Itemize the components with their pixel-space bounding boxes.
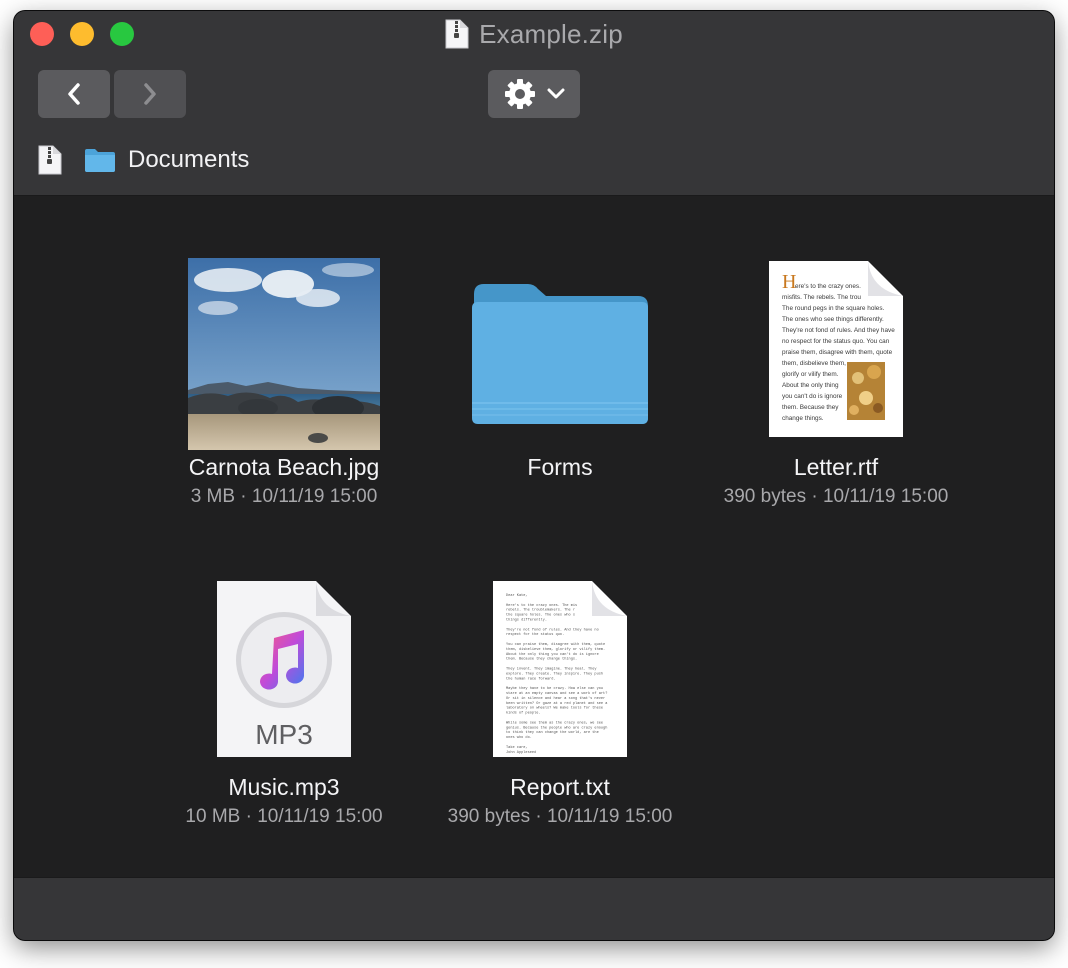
- preview-text-line: the human race forward.: [506, 676, 556, 681]
- chevron-right-icon: [144, 83, 156, 105]
- path-bar: Documents: [38, 143, 249, 177]
- preview-text-line: About the only thing you can't do is ign…: [506, 652, 599, 657]
- zip-archive-icon: [445, 19, 469, 49]
- preview-text-line: laboratory on wheels? We make tools for …: [506, 706, 603, 711]
- preview-text-line: While some see them as the crazy ones, w…: [506, 720, 603, 725]
- file-item-music[interactable]: MP3 Music.mp3 10 MB · 10/11/19 15:00: [146, 526, 422, 846]
- preview-text-line: You can praise them, disagree with them,…: [506, 642, 605, 647]
- file-item-letter[interactable]: H ere's to the crazy ones. misfits. The r…: [698, 196, 974, 526]
- item-name: Forms: [527, 454, 593, 480]
- preview-text-line: things differently.: [506, 618, 547, 623]
- item-name: Letter.rtf: [793, 454, 879, 480]
- preview-text-line: They're not fond of rules. And they have: [782, 327, 895, 334]
- action-menu-button[interactable]: [488, 70, 580, 118]
- item-name: Music.mp3: [228, 774, 340, 800]
- text-document-icon: Dear Kate, Here's to the crazy ones. The …: [493, 581, 627, 757]
- preview-text-line: They invent. They imagine. They heal. Th…: [506, 667, 597, 672]
- chevron-down-icon: [547, 88, 565, 99]
- preview-text-line: them, disbelieve them, glorify or vilify…: [506, 647, 605, 652]
- preview-text-line: Take care,: [506, 745, 528, 750]
- preview-text-line: genius. Because the people who are crazy…: [506, 725, 607, 730]
- preview-text-line: them. Because they: [782, 404, 839, 411]
- window-title: Example.zip: [14, 17, 1054, 51]
- folder-icon: [472, 284, 648, 424]
- item-meta: 3 MB · 10/11/19 15:00: [190, 486, 378, 507]
- preview-text-line: change things.: [782, 415, 824, 422]
- preview-text-line: Maybe they have to be crazy. How else ca…: [506, 686, 603, 691]
- preview-text-line: them. Because they change things.: [506, 657, 577, 662]
- item-meta: 390 bytes · 10/11/19 15:00: [447, 806, 673, 827]
- preview-text-line: Here's to the crazy ones. The mis: [506, 603, 577, 608]
- icon-view: Carnota Beach.jpg 3 MB · 10/11/19 15:00 …: [14, 196, 1054, 877]
- preview-text-line: They're not fond of rules. And they have…: [506, 627, 599, 632]
- preview-text-line: rebels. The troublemakers. The r: [506, 608, 575, 613]
- preview-text-line: The round pegs in the square holes.: [782, 305, 885, 312]
- zip-archive-icon[interactable]: [38, 145, 62, 175]
- item-name: Report.txt: [510, 774, 610, 800]
- window-title-text: Example.zip: [479, 18, 623, 49]
- preview-text-line: you can't do is ignore: [782, 393, 843, 400]
- gear-icon: [505, 79, 535, 109]
- preview-text-line: John Appleseed: [506, 750, 536, 755]
- preview-text-line: respect for the status quo.: [506, 632, 564, 637]
- preview-text-line: misfits. The rebels. The trou: [782, 294, 861, 301]
- preview-text-line: the square holes. The ones who s: [506, 613, 575, 618]
- preview-text-line: no respect for the status quo. You can: [782, 338, 890, 345]
- path-item-documents[interactable]: Documents: [128, 146, 249, 174]
- back-button[interactable]: [38, 70, 110, 118]
- finder-window: Example.zip Documents Carnota Beach.jpg …: [14, 11, 1054, 940]
- folder-icon[interactable]: [84, 147, 116, 173]
- preview-text-line: ere's to the crazy ones.: [795, 283, 861, 290]
- status-bar: [14, 877, 1054, 940]
- item-name: Carnota Beach.jpg: [188, 454, 380, 480]
- preview-text-line: praise them, disagree with them, quote: [782, 349, 893, 356]
- item-meta: 10 MB · 10/11/19 15:00: [185, 806, 383, 827]
- image-thumbnail: [188, 258, 380, 450]
- file-item-forms[interactable]: Forms: [422, 196, 698, 496]
- audio-document-icon: MP3: [217, 581, 351, 757]
- preview-text-line: About the only thing: [782, 382, 839, 389]
- preview-text-line: Dear Kate,: [506, 593, 528, 598]
- file-item-carnota-beach[interactable]: Carnota Beach.jpg 3 MB · 10/11/19 15:00: [146, 196, 422, 526]
- preview-text-line: Or sit in silence and hear a song that's…: [506, 696, 605, 701]
- preview-text-line: glorify or vilify them.: [782, 371, 839, 378]
- rtf-document-icon: H ere's to the crazy ones.misfits. The r…: [769, 261, 903, 437]
- chevron-left-icon: [68, 83, 80, 105]
- title-toolbar-area: Example.zip Documents: [14, 11, 1054, 196]
- item-meta: 390 bytes · 10/11/19 15:00: [723, 486, 949, 507]
- mp3-badge: MP3: [255, 719, 313, 750]
- preview-text-line: ones who do.: [506, 735, 532, 740]
- forward-button[interactable]: [114, 70, 186, 118]
- preview-text-line: explore. They create. They inspire. They…: [506, 671, 603, 676]
- file-item-report[interactable]: Dear Kate, Here's to the crazy ones. The …: [422, 526, 698, 846]
- preview-text-line: been written? Or gaze at a red planet an…: [506, 701, 608, 706]
- preview-text-line: to think they can change the world, are …: [506, 730, 599, 735]
- preview-text-line: The ones who see things differently.: [782, 316, 884, 323]
- preview-text-line: kinds of people.: [506, 711, 541, 716]
- preview-text-line: stare at an empty canvas and see a work …: [506, 691, 607, 696]
- preview-text-line: them, disbelieve them,: [782, 360, 846, 367]
